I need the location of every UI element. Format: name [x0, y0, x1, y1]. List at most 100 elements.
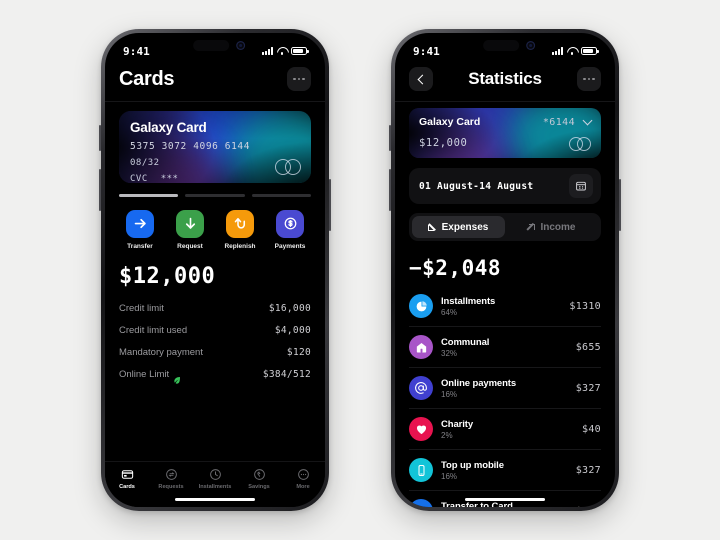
expense-category-list: Installments 64% $1310 Communal 32% $655 [395, 280, 615, 507]
info-row-credit-limit-used: Credit limit used $4,000 [119, 320, 311, 342]
list-item[interactable]: Charity 2% $40 [409, 409, 601, 450]
piggy-bank-icon [253, 469, 265, 480]
tab-installments[interactable]: Installments [193, 468, 237, 490]
category-text: Charity 2% [441, 419, 473, 440]
category-name: Transfer to Card [441, 500, 513, 508]
list-item[interactable]: Communal 32% $655 [409, 327, 601, 368]
more-options-button[interactable] [577, 67, 601, 91]
phone-statistics: 9:41 Statistics Galaxy Card *6144 $12,00… [389, 29, 621, 511]
screenshot-canvas: 9:41 Cards Galaxy Card 5375 3072 4096 61… [0, 0, 720, 540]
date-range-selector[interactable]: 01 August-14 August [409, 168, 601, 204]
expenses-income-toggle[interactable]: Expenses Income [409, 213, 601, 241]
tab-bar: Cards Requests Installments Savings More [105, 461, 325, 507]
tab-label: Savings [248, 484, 270, 490]
info-value: $16,000 [268, 303, 311, 315]
at-sign-icon [409, 376, 433, 400]
wifi-icon [567, 47, 577, 55]
category-name: Online payments [441, 377, 517, 389]
category-amount: $327 [575, 382, 601, 394]
dollar-circle-icon [276, 209, 304, 238]
segment-expenses[interactable]: Expenses [412, 216, 505, 238]
list-item[interactable]: Online payments 16% $327 [409, 368, 601, 409]
arrow-down-icon [176, 209, 204, 238]
category-amount: $327 [576, 506, 601, 508]
cards-navbar: Cards [105, 63, 325, 101]
date-range-text: 01 August-14 August [419, 180, 534, 192]
segment-label: Expenses [441, 221, 489, 233]
list-item[interactable]: Installments 64% $1310 [409, 286, 601, 327]
power-button[interactable] [329, 179, 331, 231]
galaxy-card-mini[interactable]: Galaxy Card *6144 $12,000 [409, 108, 601, 158]
card-info-list: Credit limit $16,000 Credit limit used $… [105, 289, 325, 386]
arrow-right-icon [409, 499, 433, 507]
info-label: Mandatory payment [119, 347, 203, 359]
action-request[interactable]: Request [169, 209, 211, 250]
card-cvc-value: *** [160, 174, 179, 183]
galaxy-card[interactable]: Galaxy Card 5375 3072 4096 6144 08/32 CV… [119, 111, 311, 183]
calendar-button[interactable] [569, 174, 593, 198]
chevron-down-icon[interactable] [582, 115, 593, 126]
card-balance: $12,000 [419, 137, 468, 149]
card-carousel[interactable]: Galaxy Card 5375 3072 4096 6144 08/32 CV… [105, 102, 325, 183]
calendar-icon [576, 181, 586, 191]
dynamic-island [193, 40, 246, 51]
phone-cards: 9:41 Cards Galaxy Card 5375 3072 4096 61… [99, 29, 331, 511]
card-page-indicator[interactable] [105, 183, 325, 197]
category-amount: $655 [575, 341, 601, 353]
info-value: $120 [286, 347, 311, 359]
back-button[interactable] [409, 67, 433, 91]
action-label: Transfer [127, 242, 153, 250]
list-item[interactable]: Top up mobile 16% $327 [409, 450, 601, 491]
action-replenish[interactable]: Replenish [219, 209, 261, 250]
status-time: 9:41 [123, 44, 150, 58]
status-indicators [552, 47, 599, 55]
page-dot-2[interactable] [185, 194, 245, 197]
page-dot-3[interactable] [251, 194, 311, 197]
category-name: Top up mobile [441, 459, 504, 471]
action-label: Replenish [224, 242, 256, 250]
info-value: $4,000 [274, 325, 311, 337]
pie-chart-icon [409, 294, 433, 318]
info-row-credit-limit: Credit limit $16,000 [119, 298, 311, 320]
page-dot-1[interactable] [119, 194, 179, 197]
card-mask: *6144 [542, 116, 575, 128]
status-bar: 9:41 [105, 33, 325, 63]
statistics-navbar: Statistics [395, 63, 615, 101]
battery-icon [291, 47, 309, 55]
account-balance: $12,000 [119, 263, 216, 289]
category-text: Online payments 16% [441, 378, 516, 399]
card-selector[interactable]: Galaxy Card *6144 $12,000 [395, 102, 615, 158]
home-indicator[interactable] [465, 497, 545, 501]
cards-screen: 9:41 Cards Galaxy Card 5375 3072 4096 61… [105, 33, 325, 507]
tab-more[interactable]: More [281, 468, 325, 490]
action-transfer[interactable]: Transfer [119, 209, 161, 250]
category-percent: 2% [441, 430, 453, 440]
page-title: Statistics [468, 69, 542, 88]
tab-cards[interactable]: Cards [105, 468, 149, 490]
home-indicator[interactable] [175, 497, 255, 501]
category-text: Installments 64% [441, 296, 495, 317]
card-number: 5375 3072 4096 6144 [130, 141, 251, 152]
total-expenses-amount: −$2,048 [409, 256, 502, 280]
segment-income[interactable]: Income [505, 216, 598, 238]
power-button[interactable] [619, 179, 621, 231]
category-amount: $40 [582, 423, 601, 435]
category-name: Charity [441, 418, 474, 430]
card-cvc: CVC *** [130, 174, 300, 183]
action-payments[interactable]: Payments [269, 209, 311, 250]
ellipsis-circle-icon [297, 469, 309, 480]
dynamic-island-pill [483, 40, 520, 51]
tab-savings[interactable]: Savings [237, 468, 281, 490]
statistics-screen: 9:41 Statistics Galaxy Card *6144 $12,00… [395, 33, 615, 507]
category-percent: 16% [441, 471, 458, 481]
segment-label: Income [540, 221, 576, 233]
cellular-signal-icon [262, 47, 273, 55]
more-options-button[interactable] [287, 67, 311, 91]
category-name: Communal [441, 336, 490, 348]
tab-label: More [296, 484, 310, 490]
info-label: Credit limit used [119, 325, 188, 337]
tab-label: Cards [119, 484, 135, 490]
tab-requests[interactable]: Requests [149, 468, 193, 490]
category-name: Installments [441, 295, 496, 307]
ellipsis-icon [583, 77, 595, 81]
